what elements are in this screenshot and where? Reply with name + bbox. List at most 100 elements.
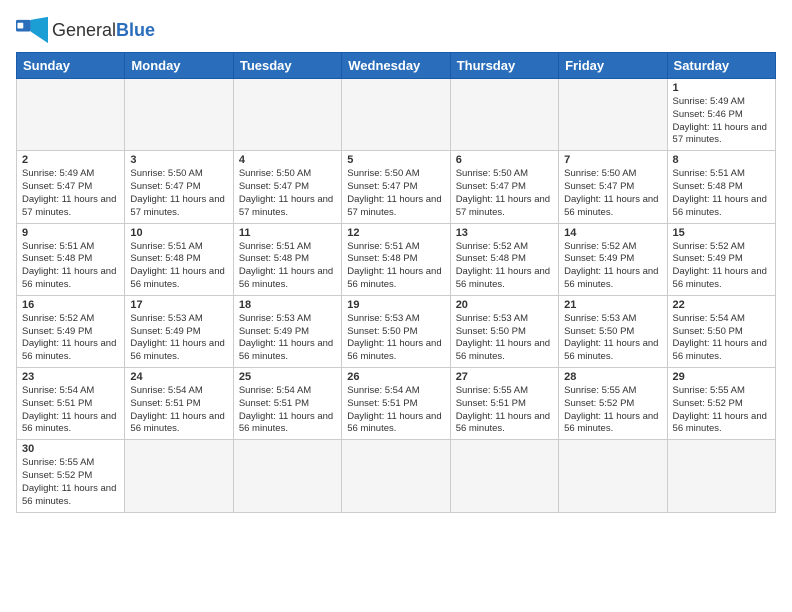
calendar-week-row: 1 Sunrise: 5:49 AMSunset: 5:46 PMDaylight… (17, 79, 776, 151)
day-info: Sunrise: 5:51 AMSunset: 5:48 PMDaylight:… (130, 241, 227, 292)
weekday-header-tuesday: Tuesday (233, 53, 341, 79)
calendar-cell: 5Sunrise: 5:50 AMSunset: 5:47 PMDaylight… (342, 151, 450, 223)
calendar-week-row: 16Sunrise: 5:52 AMSunset: 5:49 PMDayligh… (17, 295, 776, 367)
calendar-cell: 22 Sunrise: 5:54 AMSunset: 5:50 PMDayligh… (667, 295, 775, 367)
calendar-cell: 16Sunrise: 5:52 AMSunset: 5:49 PMDayligh… (17, 295, 125, 367)
calendar-cell (233, 79, 341, 151)
day-info: Sunrise: 5:55 AMSunset: 5:52 PMDaylight:… (564, 385, 661, 436)
day-info: Sunrise: 5:51 AMSunset: 5:48 PMDaylight:… (347, 241, 444, 292)
day-info: Sunrise: 5:54 AMSunset: 5:51 PMDaylight:… (239, 385, 336, 436)
calendar-table: SundayMondayTuesdayWednesdayThursdayFrid… (16, 52, 776, 513)
calendar-cell: 18 Sunrise: 5:53 AMSunset: 5:49 PMDayligh… (233, 295, 341, 367)
calendar-cell: 11Sunrise: 5:51 AMSunset: 5:48 PMDayligh… (233, 223, 341, 295)
day-number: 26 (347, 371, 444, 383)
day-info: Sunrise: 5:54 AMSunset: 5:51 PMDaylight:… (22, 385, 119, 436)
day-info: Sunrise: 5:53 AMSunset: 5:49 PMDaylight:… (130, 313, 227, 364)
day-info: Sunrise: 5:50 AMSunset: 5:47 PMDaylight:… (456, 168, 553, 219)
calendar-week-row: 9 Sunrise: 5:51 AMSunset: 5:48 PMDaylight… (17, 223, 776, 295)
calendar-cell (450, 440, 558, 512)
day-number: 21 (564, 299, 661, 311)
day-number: 22 (673, 299, 770, 311)
day-number: 23 (22, 371, 119, 383)
day-info: Sunrise: 5:53 AMSunset: 5:50 PMDaylight:… (456, 313, 553, 364)
day-number: 19 (347, 299, 444, 311)
calendar-cell (125, 440, 233, 512)
day-number: 13 (456, 227, 553, 239)
day-info: Sunrise: 5:49 AMSunset: 5:47 PMDaylight:… (22, 168, 119, 219)
calendar-cell: 20Sunrise: 5:53 AMSunset: 5:50 PMDayligh… (450, 295, 558, 367)
day-info: Sunrise: 5:50 AMSunset: 5:47 PMDaylight:… (239, 168, 336, 219)
calendar-cell: 7 Sunrise: 5:50 AMSunset: 5:47 PMDaylight… (559, 151, 667, 223)
calendar-cell: 21 Sunrise: 5:53 AMSunset: 5:50 PMDayligh… (559, 295, 667, 367)
day-number: 16 (22, 299, 119, 311)
calendar-cell: 2 Sunrise: 5:49 AMSunset: 5:47 PMDaylight… (17, 151, 125, 223)
day-number: 24 (130, 371, 227, 383)
calendar-cell: 19 Sunrise: 5:53 AMSunset: 5:50 PMDayligh… (342, 295, 450, 367)
logo-text: GeneralBlue (52, 20, 155, 41)
day-info: Sunrise: 5:50 AMSunset: 5:47 PMDaylight:… (564, 168, 661, 219)
day-number: 2 (22, 154, 119, 166)
day-info: Sunrise: 5:50 AMSunset: 5:47 PMDaylight:… (347, 168, 444, 219)
calendar-week-row: 23 Sunrise: 5:54 AMSunset: 5:51 PMDayligh… (17, 368, 776, 440)
weekday-header-sunday: Sunday (17, 53, 125, 79)
day-number: 25 (239, 371, 336, 383)
day-number: 10 (130, 227, 227, 239)
calendar-cell (233, 440, 341, 512)
day-number: 1 (673, 82, 770, 94)
day-info: Sunrise: 5:54 AMSunset: 5:50 PMDaylight:… (673, 313, 770, 364)
day-number: 27 (456, 371, 553, 383)
day-number: 4 (239, 154, 336, 166)
weekday-header-wednesday: Wednesday (342, 53, 450, 79)
calendar-cell (667, 440, 775, 512)
day-info: Sunrise: 5:52 AMSunset: 5:48 PMDaylight:… (456, 241, 553, 292)
calendar-cell (342, 79, 450, 151)
day-info: Sunrise: 5:53 AMSunset: 5:50 PMDaylight:… (564, 313, 661, 364)
calendar-cell: 4 Sunrise: 5:50 AMSunset: 5:47 PMDaylight… (233, 151, 341, 223)
day-info: Sunrise: 5:53 AMSunset: 5:50 PMDaylight:… (347, 313, 444, 364)
day-info: Sunrise: 5:51 AMSunset: 5:48 PMDaylight:… (239, 241, 336, 292)
day-number: 3 (130, 154, 227, 166)
day-info: Sunrise: 5:55 AMSunset: 5:51 PMDaylight:… (456, 385, 553, 436)
calendar-cell: 6Sunrise: 5:50 AMSunset: 5:47 PMDaylight… (450, 151, 558, 223)
calendar-cell: 24 Sunrise: 5:54 AMSunset: 5:51 PMDayligh… (125, 368, 233, 440)
calendar-cell: 9 Sunrise: 5:51 AMSunset: 5:48 PMDaylight… (17, 223, 125, 295)
day-number: 15 (673, 227, 770, 239)
calendar-cell: 29Sunrise: 5:55 AMSunset: 5:52 PMDayligh… (667, 368, 775, 440)
calendar-cell: 25 Sunrise: 5:54 AMSunset: 5:51 PMDayligh… (233, 368, 341, 440)
calendar-cell: 28 Sunrise: 5:55 AMSunset: 5:52 PMDayligh… (559, 368, 667, 440)
calendar-cell: 27 Sunrise: 5:55 AMSunset: 5:51 PMDayligh… (450, 368, 558, 440)
calendar-cell: 13 Sunrise: 5:52 AMSunset: 5:48 PMDayligh… (450, 223, 558, 295)
day-number: 28 (564, 371, 661, 383)
day-number: 18 (239, 299, 336, 311)
day-number: 12 (347, 227, 444, 239)
day-info: Sunrise: 5:52 AMSunset: 5:49 PMDaylight:… (564, 241, 661, 292)
day-info: Sunrise: 5:54 AMSunset: 5:51 PMDaylight:… (130, 385, 227, 436)
logo-icon (16, 16, 48, 44)
calendar-cell (125, 79, 233, 151)
calendar-cell (450, 79, 558, 151)
calendar-cell: 23 Sunrise: 5:54 AMSunset: 5:51 PMDayligh… (17, 368, 125, 440)
weekday-header-row: SundayMondayTuesdayWednesdayThursdayFrid… (17, 53, 776, 79)
day-info: Sunrise: 5:55 AMSunset: 5:52 PMDaylight:… (22, 457, 119, 508)
calendar-cell: 1 Sunrise: 5:49 AMSunset: 5:46 PMDaylight… (667, 79, 775, 151)
day-info: Sunrise: 5:52 AMSunset: 5:49 PMDaylight:… (673, 241, 770, 292)
calendar-cell: 30Sunrise: 5:55 AMSunset: 5:52 PMDayligh… (17, 440, 125, 512)
calendar-cell (559, 79, 667, 151)
day-info: Sunrise: 5:53 AMSunset: 5:49 PMDaylight:… (239, 313, 336, 364)
calendar-cell: 26Sunrise: 5:54 AMSunset: 5:51 PMDayligh… (342, 368, 450, 440)
page-header: GeneralBlue (16, 16, 776, 44)
day-number: 7 (564, 154, 661, 166)
calendar-cell (559, 440, 667, 512)
calendar-cell: 15 Sunrise: 5:52 AMSunset: 5:49 PMDayligh… (667, 223, 775, 295)
day-info: Sunrise: 5:51 AMSunset: 5:48 PMDaylight:… (673, 168, 770, 219)
weekday-header-thursday: Thursday (450, 53, 558, 79)
logo: GeneralBlue (16, 16, 155, 44)
day-info: Sunrise: 5:50 AMSunset: 5:47 PMDaylight:… (130, 168, 227, 219)
day-number: 14 (564, 227, 661, 239)
day-info: Sunrise: 5:51 AMSunset: 5:48 PMDaylight:… (22, 241, 119, 292)
calendar-cell: 10 Sunrise: 5:51 AMSunset: 5:48 PMDayligh… (125, 223, 233, 295)
calendar-cell (342, 440, 450, 512)
day-info: Sunrise: 5:49 AMSunset: 5:46 PMDaylight:… (673, 96, 770, 147)
calendar-week-row: 30Sunrise: 5:55 AMSunset: 5:52 PMDayligh… (17, 440, 776, 512)
day-number: 9 (22, 227, 119, 239)
